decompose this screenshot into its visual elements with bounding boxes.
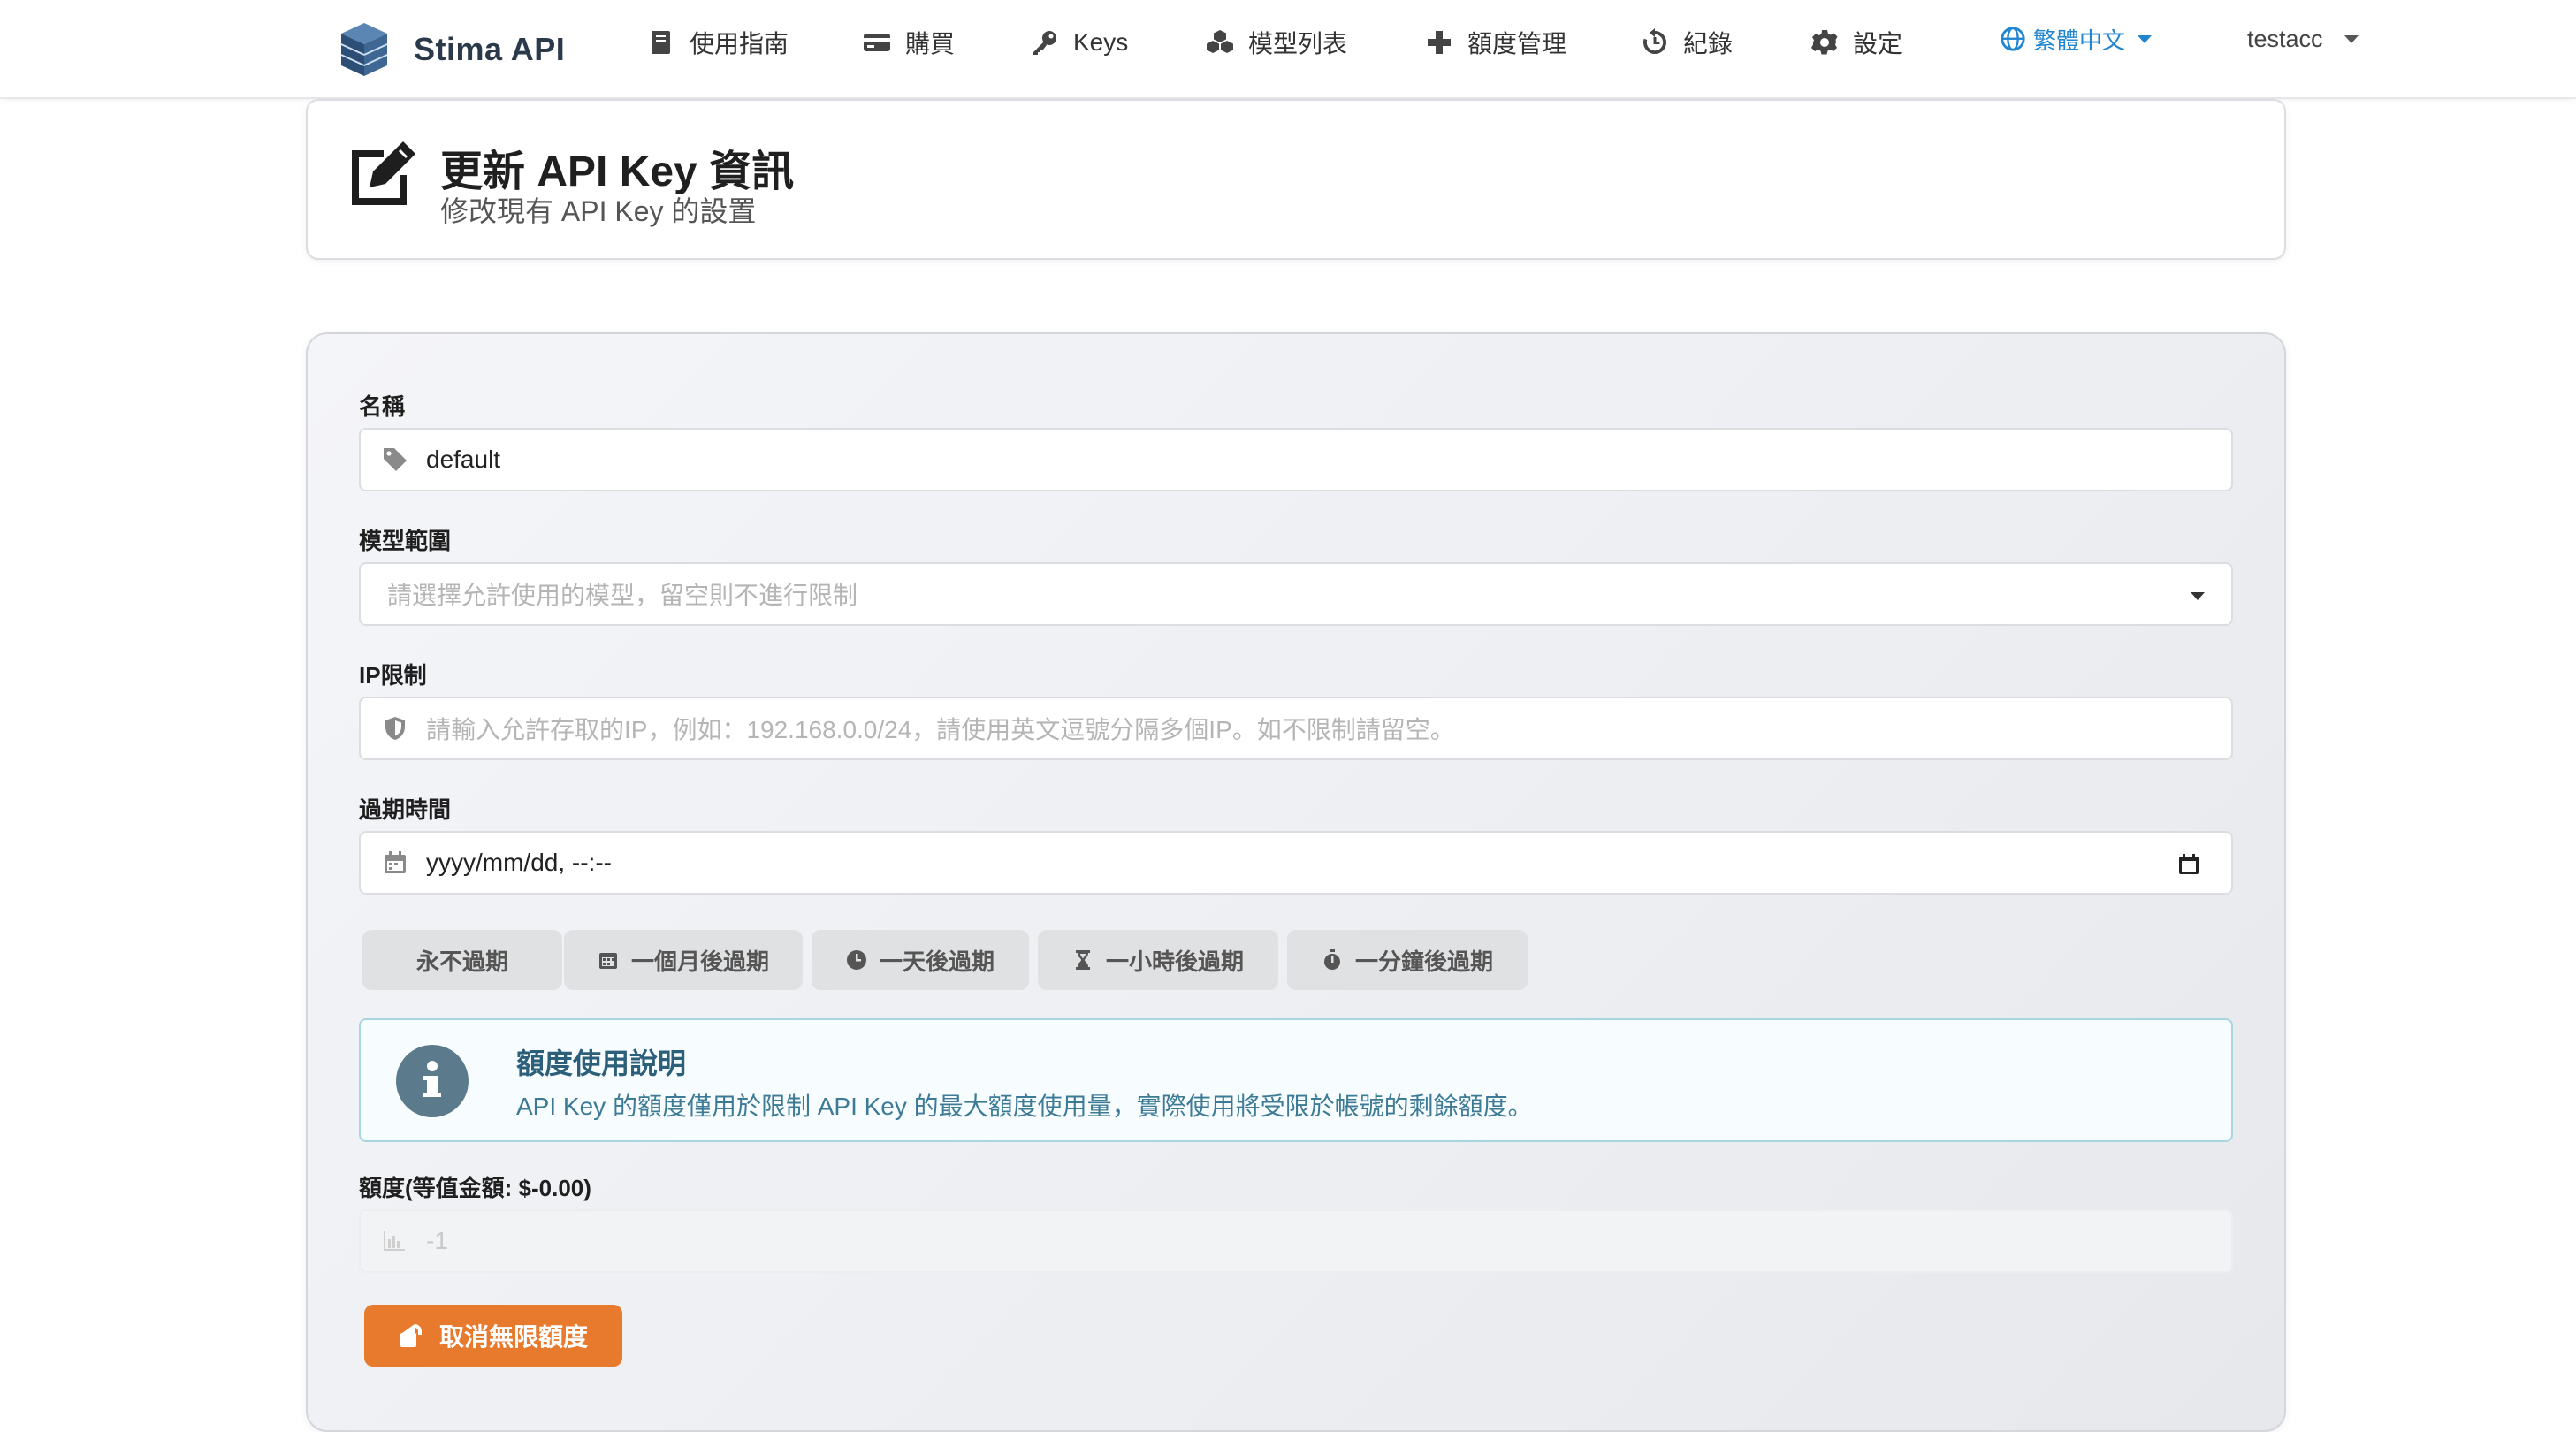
nav-item-label: 紀錄	[1683, 30, 1734, 57]
info-text: API Key 的額度僅用於限制 API Key 的最大額度使用量，實際使用將受…	[516, 1093, 1533, 1120]
shield-icon	[385, 717, 405, 740]
expire-one-day-button[interactable]: 一天後過期	[812, 930, 1029, 990]
calendar-icon	[385, 851, 406, 873]
edit-icon	[352, 141, 415, 205]
key-icon	[1033, 31, 1056, 55]
name-field[interactable]: default	[359, 428, 2233, 491]
chevron-down-icon	[2138, 34, 2153, 43]
button-label: 一分鐘後過期	[1354, 948, 1493, 975]
quota-label: 額度(等值金額: $-0.00)	[359, 1175, 591, 1201]
info-title: 額度使用說明	[516, 1047, 687, 1079]
chevron-down-icon	[2191, 592, 2205, 600]
nav-item-label: 設定	[1853, 30, 1903, 57]
nav-item-label: 購買	[905, 30, 956, 57]
cancel-unlimited-quota-button[interactable]: 取消無限額度	[364, 1305, 622, 1367]
quota-input[interactable]: -1	[359, 1209, 2233, 1273]
cubes-icon	[1207, 30, 1233, 53]
globe-icon	[2001, 27, 2025, 51]
nav-item-label: Keys	[1073, 28, 1129, 56]
page-subtitle: 修改現有 API Key 的設置	[440, 195, 757, 227]
nav-item-keys[interactable]: Keys	[1031, 21, 1128, 64]
model-scope-label: 模型範圍	[359, 528, 452, 554]
quota-placeholder: -1	[426, 1227, 448, 1254]
button-label: 永不過期	[415, 948, 508, 975]
name-value: default	[426, 446, 501, 473]
nav-item-logs[interactable]: 紀錄	[1641, 21, 1733, 64]
plus-icon	[1428, 31, 1451, 54]
nav-item-label: 模型列表	[1248, 30, 1348, 57]
ip-limit-input[interactable]: 請輸入允許存取的IP，例如：192.168.0.0/24，請使用英文逗號分隔多個…	[359, 697, 2233, 760]
model-scope-placeholder: 請選擇允許使用的模型，留空則不進行限制	[387, 582, 858, 609]
button-label: 取消無限額度	[438, 1323, 588, 1351]
user-menu[interactable]: testacc	[2247, 18, 2359, 60]
brand[interactable]: Stima API	[338, 14, 565, 85]
button-label: 一小時後過期	[1105, 948, 1244, 975]
nav-item-label: 使用指南	[690, 30, 789, 57]
stopwatch-icon	[1323, 949, 1340, 970]
book-icon	[652, 31, 670, 54]
unlock-icon	[400, 1324, 422, 1347]
chevron-down-icon	[2344, 34, 2359, 43]
page-header: 更新 API Key 資訊 修改現有 API Key 的設置	[306, 99, 2286, 260]
top-navbar: Stima API 使用指南 購買 Keys 模型列表 額度管理 紀錄 設定 繁…	[0, 0, 2576, 99]
quota-info-message: 額度使用說明 API Key 的額度僅用於限制 API Key 的最大額度使用量…	[359, 1018, 2233, 1142]
ip-limit-placeholder: 請輸入允許存取的IP，例如：192.168.0.0/24，請使用英文逗號分隔多個…	[426, 716, 1455, 743]
expire-one-month-button[interactable]: 一個月後過期	[564, 930, 803, 990]
never-expire-button[interactable]: 永不過期	[362, 930, 562, 990]
calendar-icon	[598, 953, 617, 969]
button-label: 一個月後過期	[630, 948, 769, 975]
calendar-picker-icon[interactable]	[2176, 852, 2201, 877]
credit-card-icon	[864, 34, 890, 51]
edit-key-form: 名稱 default 模型範圍 請選擇允許使用的模型，留空則不進行限制 IP限制…	[306, 332, 2286, 1432]
hourglass-icon	[1075, 950, 1090, 970]
expiry-datetime-input[interactable]: yyyy/mm/dd, --:--	[359, 831, 2233, 895]
language-label: 繁體中文	[2033, 27, 2126, 54]
gear-icon	[1811, 30, 1838, 55]
nav-item-purchase[interactable]: 購買	[863, 21, 955, 64]
nav-item-guide[interactable]: 使用指南	[647, 21, 789, 64]
nav-item-label: 額度管理	[1467, 30, 1567, 57]
history-icon	[1643, 28, 1667, 54]
clock-icon	[846, 950, 866, 970]
brand-name: Stima API	[414, 31, 566, 67]
nav-item-quota[interactable]: 額度管理	[1425, 21, 1566, 64]
button-label: 一天後過期	[879, 948, 995, 975]
info-icon	[396, 1045, 469, 1117]
logo-icon	[340, 23, 388, 76]
model-scope-select[interactable]: 請選擇允許使用的模型，留空則不進行限制	[359, 562, 2233, 626]
chart-bar-icon	[384, 1231, 405, 1251]
username: testacc	[2247, 25, 2323, 52]
expiry-label: 過期時間	[359, 796, 452, 823]
expire-one-hour-button[interactable]: 一小時後過期	[1038, 930, 1278, 990]
nav-item-models[interactable]: 模型列表	[1206, 21, 1347, 64]
expiry-value: yyyy/mm/dd, --:--	[426, 849, 612, 876]
language-dropdown[interactable]: 繁體中文	[2000, 18, 2153, 60]
nav-item-settings[interactable]: 設定	[1810, 21, 1902, 64]
ip-limit-label: IP限制	[359, 662, 427, 689]
name-label: 名稱	[359, 393, 406, 420]
expire-one-minute-button[interactable]: 一分鐘後過期	[1287, 930, 1528, 990]
tag-icon	[384, 448, 407, 471]
